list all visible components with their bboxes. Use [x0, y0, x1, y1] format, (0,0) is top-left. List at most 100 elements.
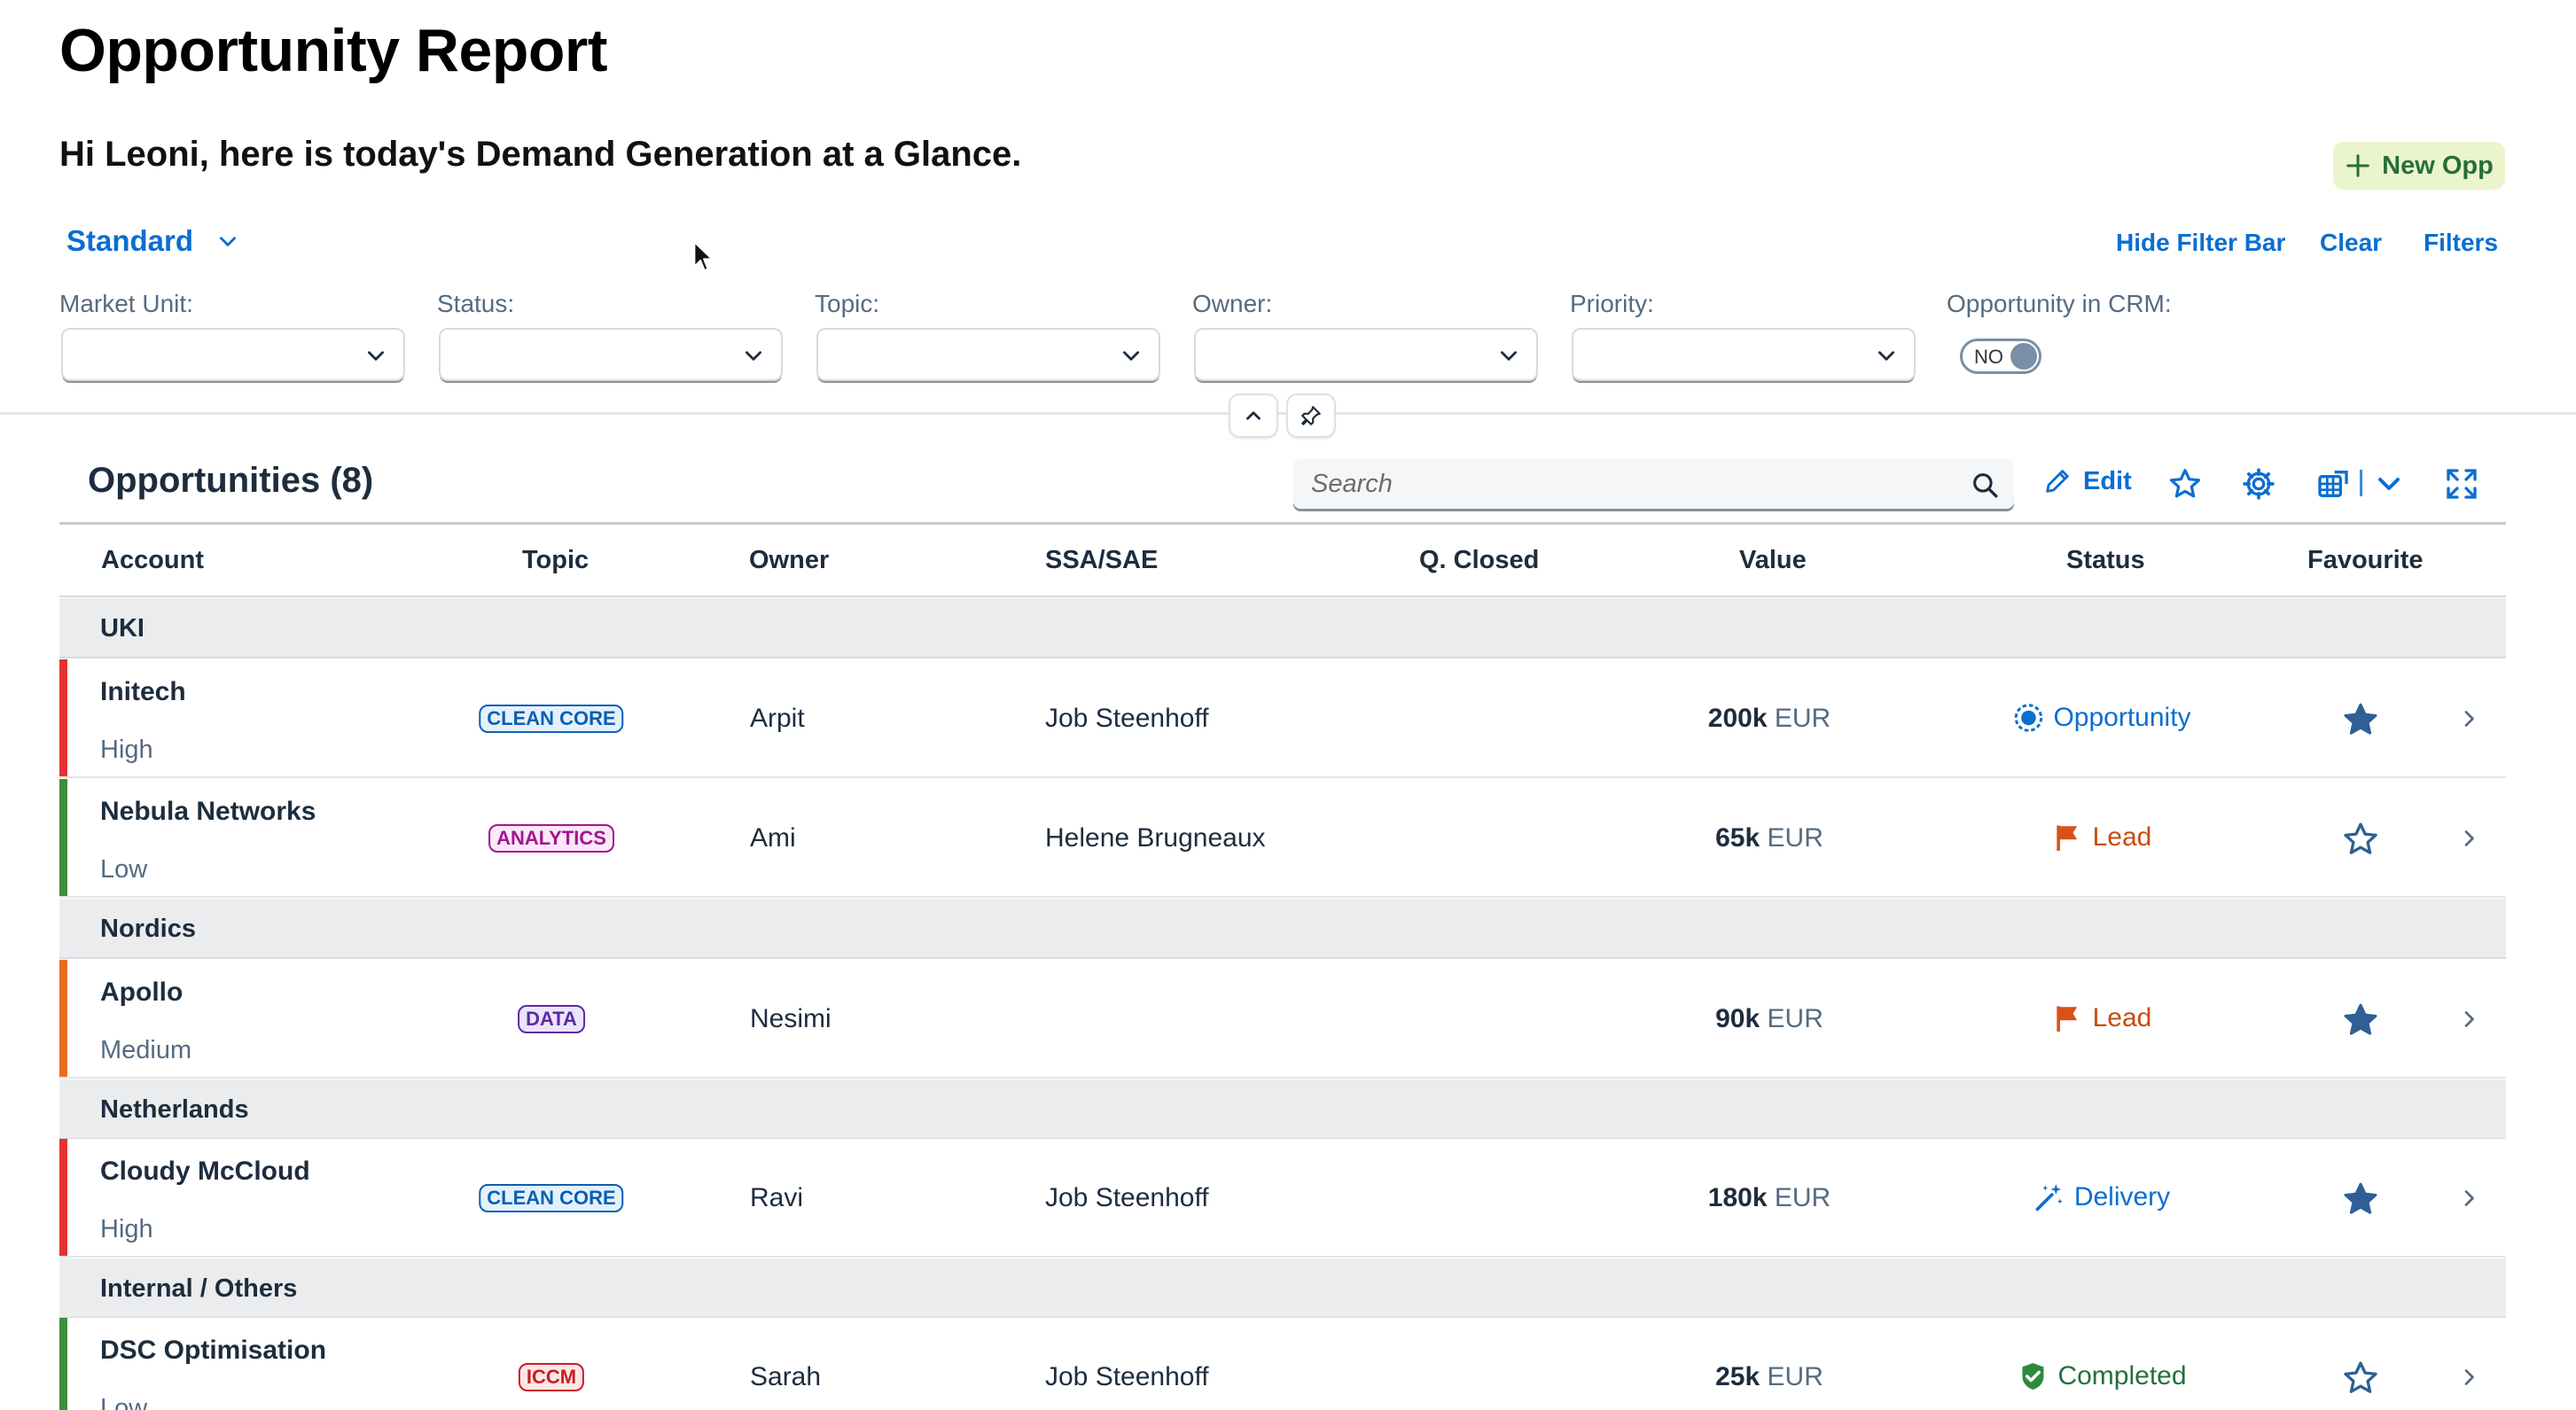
topic-select[interactable]	[818, 330, 1159, 379]
chevron-down-icon	[1501, 351, 1517, 361]
value-amount: 65k	[1715, 823, 1760, 853]
account-priority: High	[100, 1215, 153, 1243]
group-row-nordics[interactable]: Nordics	[59, 899, 2506, 959]
edit-button[interactable]: Edit	[2042, 466, 2132, 496]
table-row[interactable]: Apollo Medium DATA Nesimi 90k EUR Lead	[59, 960, 2506, 1079]
status-text: Lead	[2092, 822, 2152, 852]
group-row-internal-others[interactable]: Internal / Others	[59, 1258, 2506, 1319]
topic-tag: CLEAN CORE	[479, 705, 624, 733]
group-label: Nordics	[100, 915, 196, 943]
crm-toggle-text: NO	[1974, 346, 2003, 368]
group-row-netherlands[interactable]: Netherlands	[59, 1079, 2506, 1140]
value-amount: 25k	[1715, 1362, 1760, 1391]
search-input[interactable]: Search	[1293, 459, 2014, 509]
col-header-account: Account	[101, 546, 204, 574]
filters-link[interactable]: Filters	[2424, 229, 2498, 257]
status-cell: Completed	[2017, 1360, 2187, 1392]
owner-select[interactable]	[1196, 330, 1536, 379]
variant-selector[interactable]: Standard	[66, 224, 239, 258]
star-icon[interactable]	[2341, 700, 2380, 739]
chevron-down-icon	[368, 351, 384, 361]
star-icon[interactable]	[2167, 466, 2203, 502]
collapse-header-button[interactable]	[1230, 395, 1276, 436]
status-text: Lead	[2092, 1003, 2152, 1032]
group-row-uki[interactable]: UKI	[59, 598, 2506, 658]
star-icon[interactable]	[2341, 1359, 2380, 1398]
value-cell: 180k EUR	[1708, 1183, 1831, 1213]
table-row[interactable]: Cloudy McCloud High CLEAN CORE Ravi Job …	[59, 1139, 2506, 1258]
chevron-right-icon[interactable]	[2459, 828, 2478, 849]
priority-indicator	[59, 779, 67, 896]
star-icon[interactable]	[2341, 1001, 2380, 1040]
owner-cell: Ravi	[750, 1183, 804, 1212]
new-opp-button[interactable]: New Opp	[2333, 142, 2505, 190]
table-row[interactable]: Nebula Networks Low ANALYTICS Ami Helene…	[59, 779, 2506, 898]
market-unit-select[interactable]	[63, 330, 403, 379]
pin-header-button[interactable]	[1288, 395, 1334, 436]
value-currency: EUR	[1774, 704, 1831, 733]
plus-icon	[2346, 154, 2369, 177]
topic-tag: ICCM	[518, 1363, 585, 1391]
chevron-down-icon[interactable]	[2371, 466, 2407, 502]
account-name: Apollo	[100, 978, 183, 1007]
ssa-cell: Job Steenhoff	[1045, 704, 1209, 733]
priority-indicator	[59, 1318, 67, 1410]
account-priority: Low	[100, 855, 148, 884]
owner-cell: Ami	[750, 823, 796, 853]
status-select[interactable]	[441, 330, 781, 379]
export-table-icon[interactable]	[2315, 466, 2351, 502]
value-currency: EUR	[1767, 1362, 1823, 1391]
table-title: Opportunities (8)	[88, 461, 374, 500]
table-row[interactable]: DSC Optimisation Low ICCM Sarah Job Stee…	[59, 1318, 2506, 1410]
status-cell: Lead	[2052, 822, 2152, 853]
status-cell: Opportunity	[2012, 702, 2191, 734]
chevron-right-icon[interactable]	[2459, 708, 2478, 729]
priority-select[interactable]	[1573, 330, 1914, 379]
ssa-cell: Job Steenhoff	[1045, 1183, 1209, 1212]
value-amount: 180k	[1707, 1183, 1768, 1212]
owner-cell: Nesimi	[750, 1004, 831, 1033]
chevron-right-icon[interactable]	[2459, 1188, 2478, 1209]
status-text: Delivery	[2073, 1182, 2171, 1211]
value-cell: 25k EUR	[1715, 1362, 1823, 1392]
status-text: Opportunity	[2053, 703, 2191, 732]
crm-filter-label: Opportunity in CRM:	[1947, 290, 2172, 317]
account-priority: High	[100, 736, 153, 764]
chevron-right-icon[interactable]	[2459, 1009, 2478, 1030]
hide-filter-bar-link[interactable]: Hide Filter Bar	[2116, 229, 2285, 257]
chevron-right-icon[interactable]	[2459, 1367, 2478, 1388]
table-row[interactable]: Initech High CLEAN CORE Arpit Job Steenh…	[59, 659, 2506, 778]
topic-filter-label: Topic:	[815, 290, 880, 317]
account-name: Initech	[100, 677, 186, 706]
priority-filter-label: Priority:	[1570, 290, 1654, 317]
chevron-up-icon	[1246, 411, 1261, 420]
chevron-down-icon	[220, 237, 237, 246]
account-name: DSC Optimisation	[100, 1336, 327, 1365]
edit-label: Edit	[2083, 466, 2132, 495]
star-icon[interactable]	[2341, 820, 2380, 859]
header-divider	[59, 596, 2506, 597]
col-header-status: Status	[2066, 546, 2145, 574]
gear-icon[interactable]	[2241, 466, 2276, 502]
star-icon[interactable]	[2341, 1180, 2380, 1219]
value-amount: 200k	[1707, 704, 1768, 733]
value-currency: EUR	[1767, 823, 1823, 853]
toolbar-separator	[2360, 470, 2362, 496]
account-priority: Low	[100, 1394, 148, 1410]
owner-cell: Sarah	[750, 1362, 822, 1391]
col-header-ssa: SSA/SAE	[1045, 546, 1159, 574]
group-label: UKI	[100, 614, 144, 643]
target-icon	[2014, 704, 2043, 732]
crm-toggle[interactable]: NO	[1960, 339, 2041, 374]
ssa-cell: Job Steenhoff	[1045, 1362, 1209, 1391]
search-icon[interactable]	[1970, 470, 2000, 500]
col-header-favourite: Favourite	[2307, 546, 2424, 574]
col-header-q-closed: Q. Closed	[1419, 546, 1540, 574]
status-text: Completed	[2057, 1361, 2187, 1391]
group-label: Netherlands	[100, 1095, 249, 1124]
value-currency: EUR	[1767, 1004, 1823, 1033]
fullscreen-icon[interactable]	[2444, 466, 2479, 502]
clear-link[interactable]: Clear	[2320, 229, 2382, 257]
group-label: Internal / Others	[100, 1274, 298, 1303]
status-cell: Lead	[2052, 1002, 2152, 1034]
